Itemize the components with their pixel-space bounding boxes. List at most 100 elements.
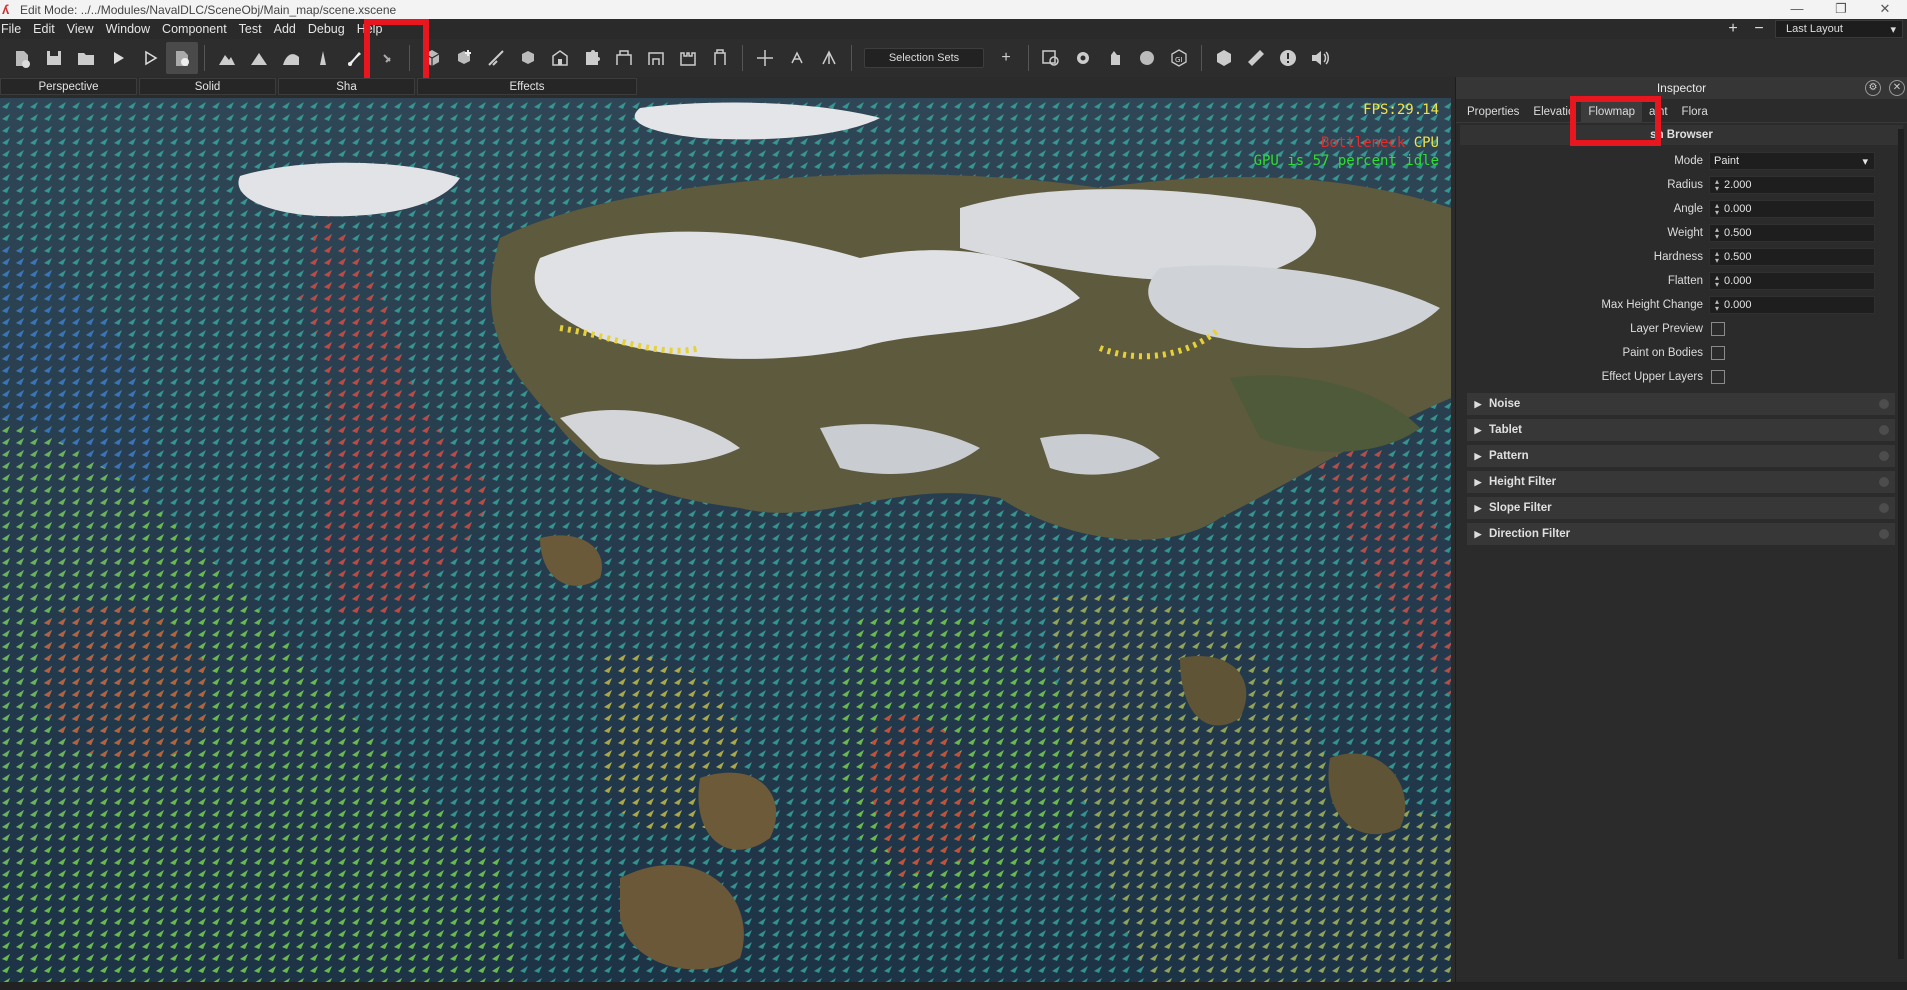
- app-icon: ʎ: [2, 1, 10, 17]
- edit-mode-icon[interactable]: [166, 42, 198, 74]
- chevron-down-icon: ▾: [1890, 23, 1896, 36]
- max-height-label: Max Height Change: [1601, 299, 1703, 311]
- chevron-down-icon: ▾: [1862, 155, 1868, 168]
- ruler-icon[interactable]: [1240, 42, 1272, 74]
- play-icon[interactable]: [102, 42, 134, 74]
- flatten-row: Flatten ▴ ▾ 0.000: [1456, 269, 1907, 293]
- angle-field[interactable]: ▴ ▾ 0.000: [1709, 200, 1875, 218]
- inspect-icon[interactable]: [1035, 42, 1067, 74]
- move-icon[interactable]: [749, 42, 781, 74]
- maximize-button[interactable]: ❐: [1819, 0, 1863, 19]
- flatten-field[interactable]: ▴ ▾ 0.000: [1709, 272, 1875, 290]
- flowmap-tab-highlight: [1570, 96, 1661, 146]
- add-cube-icon[interactable]: [448, 42, 480, 74]
- paint-bodies-checkbox[interactable]: [1711, 346, 1725, 360]
- section-pattern[interactable]: ▶ Pattern: [1467, 445, 1895, 467]
- spinner-icon[interactable]: ▴ ▾: [1710, 274, 1724, 289]
- menu-view[interactable]: View: [61, 22, 100, 36]
- remove-layout-button[interactable]: −: [1749, 20, 1769, 38]
- menu-test[interactable]: Test: [233, 22, 268, 36]
- toggle-dot-icon[interactable]: [1879, 529, 1889, 539]
- layout-dropdown[interactable]: Last Layout ▾: [1775, 20, 1903, 38]
- inspector-tabs: Properties Elevatio Flowmap aint Flora: [1456, 99, 1907, 123]
- gear-sphere-icon[interactable]: [1131, 42, 1163, 74]
- toggle-dot-icon[interactable]: [1879, 425, 1889, 435]
- close-button[interactable]: ✕: [1863, 0, 1907, 19]
- section-slope-filter[interactable]: ▶ Slope Filter: [1467, 497, 1895, 519]
- minimize-button[interactable]: —: [1775, 0, 1819, 19]
- section-noise[interactable]: ▶ Noise: [1467, 393, 1895, 415]
- inspector-panel: Inspector ⚙ ✕ Properties Elevatio Flowma…: [1455, 77, 1907, 982]
- settings-icon[interactable]: ⚙: [1865, 80, 1881, 96]
- add-selection-set-button[interactable]: +: [990, 42, 1022, 74]
- layer-preview-checkbox[interactable]: [1711, 322, 1725, 336]
- menu-component[interactable]: Component: [156, 22, 233, 36]
- close-icon[interactable]: ✕: [1889, 80, 1905, 96]
- tab-perspective[interactable]: Perspective: [0, 78, 137, 95]
- section-direction-filter[interactable]: ▶ Direction Filter: [1467, 523, 1895, 545]
- bottleneck-readout: Bottleneck CPU: [1321, 135, 1439, 151]
- puzzle-icon[interactable]: [576, 42, 608, 74]
- radius-field[interactable]: ▴ ▾ 2.000: [1709, 176, 1875, 194]
- tab-properties[interactable]: Properties: [1460, 101, 1526, 122]
- tab-solid[interactable]: Solid: [139, 78, 276, 95]
- sound-icon[interactable]: [1304, 42, 1336, 74]
- gate-icon[interactable]: [640, 42, 672, 74]
- terrain-raise-icon[interactable]: [243, 42, 275, 74]
- toggle-dot-icon[interactable]: [1879, 477, 1889, 487]
- tab-flora[interactable]: Flora: [1675, 101, 1715, 122]
- spinner-icon[interactable]: ▴ ▾: [1710, 202, 1724, 217]
- building-icon[interactable]: [544, 42, 576, 74]
- tab-shading[interactable]: Sha: [278, 78, 415, 95]
- gi-icon[interactable]: GI: [1163, 42, 1195, 74]
- settings-icon[interactable]: [1067, 42, 1099, 74]
- spinner-icon[interactable]: ▴ ▾: [1710, 226, 1724, 241]
- terrain-tool-icon[interactable]: [307, 42, 339, 74]
- max-height-field[interactable]: ▴ ▾ 0.000: [1709, 296, 1875, 314]
- selection-sets-dropdown[interactable]: Selection Sets: [864, 48, 984, 68]
- warning-icon[interactable]: [1272, 42, 1304, 74]
- object-icon[interactable]: [512, 42, 544, 74]
- effect-upper-checkbox[interactable]: [1711, 370, 1725, 384]
- road-icon[interactable]: [480, 42, 512, 74]
- new-scene-icon[interactable]: [6, 42, 38, 74]
- structure-icon[interactable]: [608, 42, 640, 74]
- brush-browser-header[interactable]: sh Browser: [1460, 125, 1903, 145]
- toggle-dot-icon[interactable]: [1879, 399, 1889, 409]
- terrain-icon[interactable]: [211, 42, 243, 74]
- menu-file[interactable]: File: [0, 22, 27, 36]
- package-icon[interactable]: [1208, 42, 1240, 74]
- menu-add[interactable]: Add: [268, 22, 302, 36]
- hardness-field[interactable]: ▴ ▾ 0.500: [1709, 248, 1875, 266]
- fort-icon[interactable]: [672, 42, 704, 74]
- angle-row: Angle ▴ ▾ 0.000: [1456, 197, 1907, 221]
- menu-debug[interactable]: Debug: [302, 22, 351, 36]
- window-controls: — ❐ ✕: [1775, 0, 1907, 19]
- hand-icon[interactable]: [1099, 42, 1131, 74]
- play-outline-icon[interactable]: [134, 42, 166, 74]
- add-layout-button[interactable]: +: [1723, 20, 1743, 38]
- save-icon[interactable]: [38, 42, 70, 74]
- rotate-icon[interactable]: [781, 42, 813, 74]
- open-folder-icon[interactable]: [70, 42, 102, 74]
- tower-icon[interactable]: [704, 42, 736, 74]
- toggle-dot-icon[interactable]: [1879, 451, 1889, 461]
- section-label: Height Filter: [1489, 476, 1557, 488]
- mode-dropdown[interactable]: Paint ▾: [1709, 152, 1875, 170]
- scale-icon[interactable]: [813, 42, 845, 74]
- menu-window[interactable]: Window: [100, 22, 156, 36]
- fps-counter: FPS:29.14: [1363, 102, 1439, 118]
- tab-effects[interactable]: Effects: [417, 78, 637, 95]
- spinner-icon[interactable]: ▴ ▾: [1710, 178, 1724, 193]
- section-height-filter[interactable]: ▶ Height Filter: [1467, 471, 1895, 493]
- inspector-scrollbar[interactable]: [1898, 129, 1904, 959]
- terrain-smooth-icon[interactable]: [275, 42, 307, 74]
- weight-field[interactable]: ▴ ▾ 0.500: [1709, 224, 1875, 242]
- spinner-icon[interactable]: ▴ ▾: [1710, 298, 1724, 313]
- section-tablet[interactable]: ▶ Tablet: [1467, 419, 1895, 441]
- toggle-dot-icon[interactable]: [1879, 503, 1889, 513]
- menu-edit[interactable]: Edit: [27, 22, 61, 36]
- toolbar-separator: [204, 45, 205, 71]
- spinner-icon[interactable]: ▴ ▾: [1710, 250, 1724, 265]
- scene-viewport[interactable]: FPS:29.14 Bottleneck CPU GPU is 57 perce…: [0, 98, 1451, 982]
